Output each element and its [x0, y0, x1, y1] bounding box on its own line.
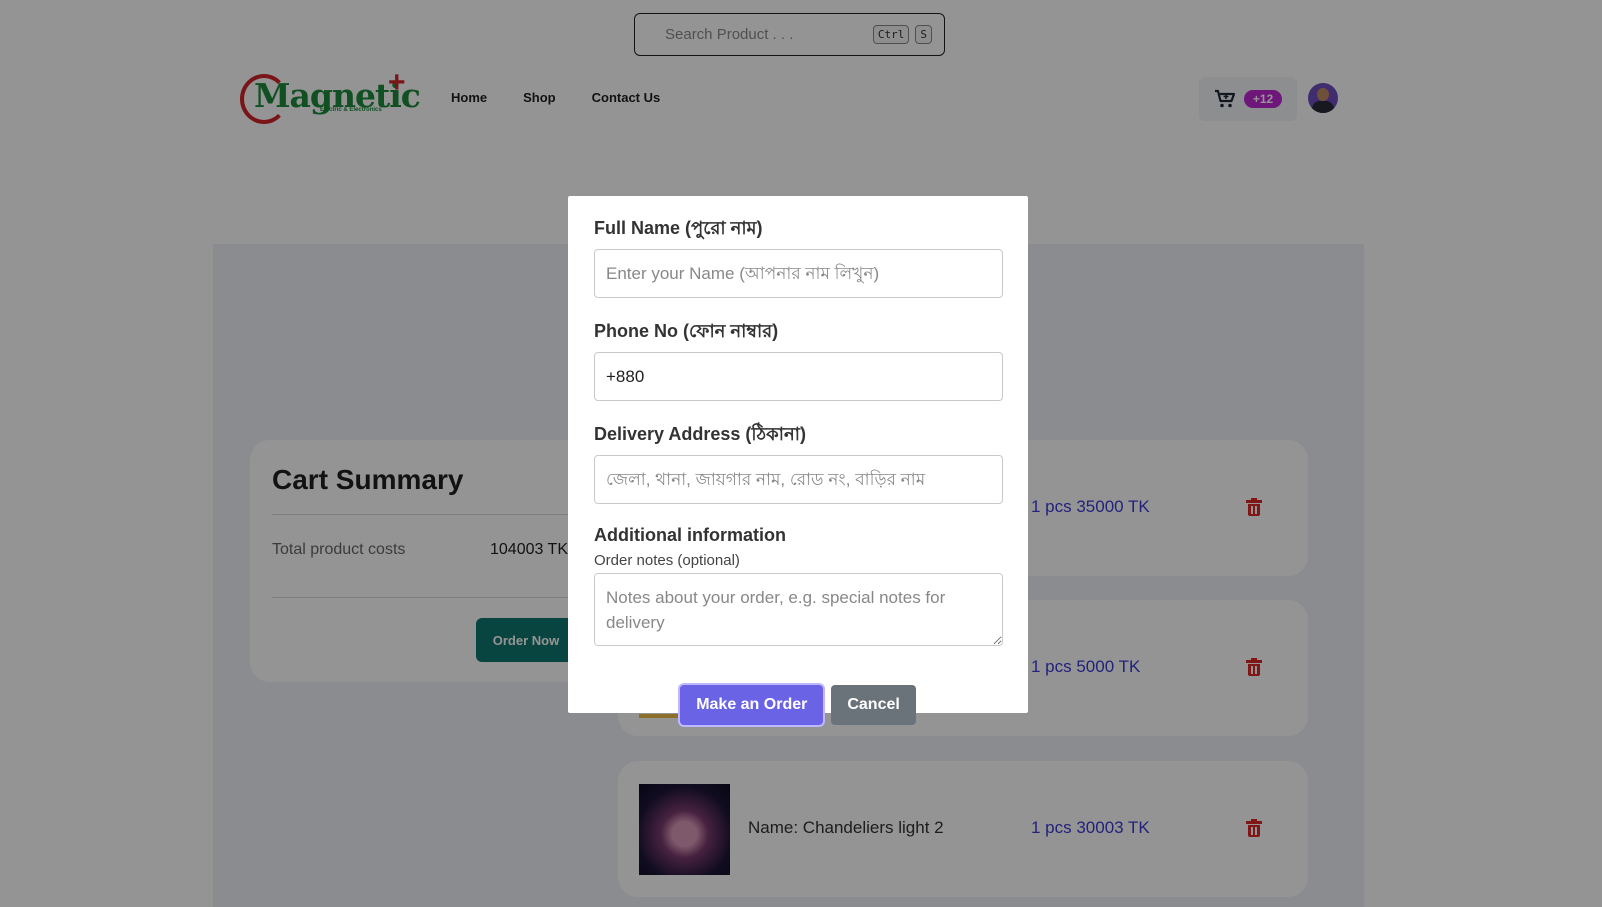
phone-input[interactable]: [594, 352, 1003, 401]
cancel-button[interactable]: Cancel: [831, 685, 916, 725]
order-modal: Full Name (পুরো নাম) Phone No (ফোন নাম্ব…: [568, 196, 1028, 725]
order-notes-textarea[interactable]: [594, 573, 1003, 646]
additional-info-heading: Additional information: [594, 525, 786, 545]
phone-label: Phone No (ফোন নাম্বার): [594, 321, 779, 341]
full-name-input[interactable]: [594, 249, 1003, 298]
full-name-label: Full Name (পুরো নাম): [594, 218, 763, 238]
order-notes-label: Order notes (optional): [594, 552, 740, 569]
make-order-button[interactable]: Make an Order: [680, 685, 824, 725]
modal-actions: Make an Order Cancel: [594, 685, 1002, 725]
address-label: Delivery Address (ঠিকানা): [594, 424, 806, 444]
address-input[interactable]: [594, 455, 1003, 504]
